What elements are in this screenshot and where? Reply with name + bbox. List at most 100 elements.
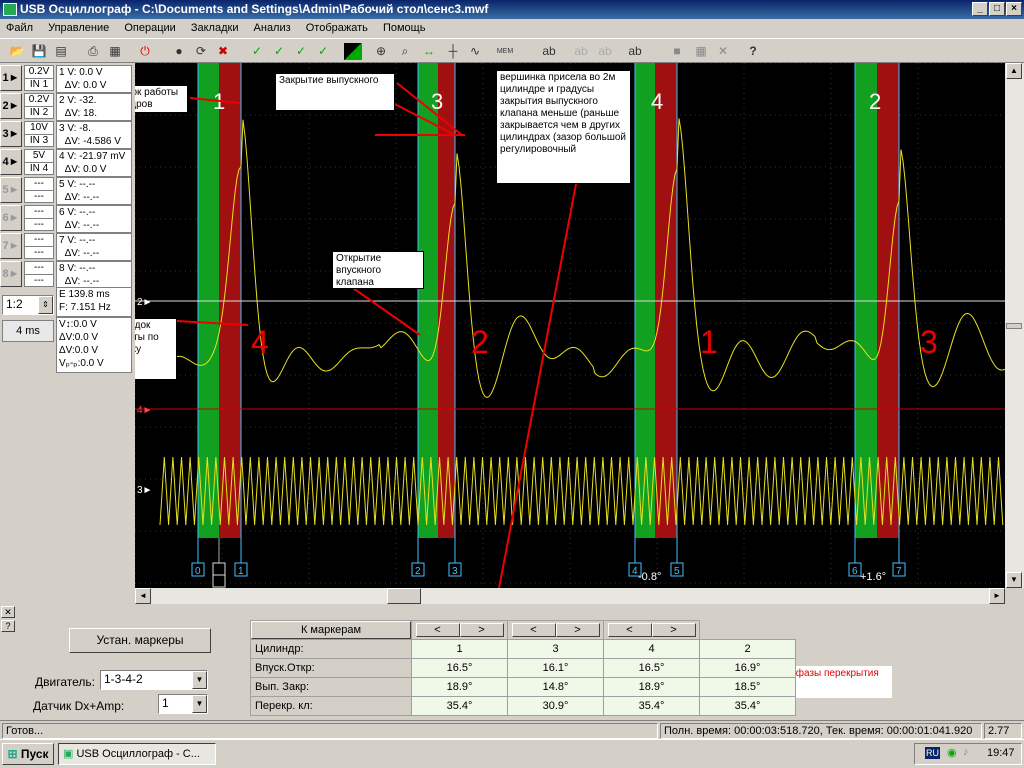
channel-marker: 3► <box>137 485 152 496</box>
horizontal-scrollbar[interactable]: ◄ ► <box>135 588 1005 604</box>
channel-settings[interactable]: --- --- <box>24 177 54 203</box>
wave-icon[interactable]: ∿ <box>466 43 484 60</box>
record-icon[interactable]: ● <box>170 43 188 60</box>
color-icon[interactable] <box>344 43 362 60</box>
close-button[interactable]: × <box>1006 2 1022 16</box>
table-cell: 35.4° <box>699 696 796 716</box>
channel-button[interactable]: 6► <box>0 205 22 231</box>
vertical-scroll-thumb[interactable] <box>1006 323 1022 329</box>
volume-icon[interactable]: ♪ <box>963 746 969 758</box>
menu-file[interactable]: Файл <box>0 22 39 34</box>
channel-settings[interactable]: --- --- <box>24 261 54 287</box>
print-icon[interactable]: ⎙ <box>84 43 102 60</box>
channel-settings[interactable]: 0.2V IN 2 <box>24 93 54 119</box>
to-markers-button[interactable]: К маркерам <box>251 621 411 639</box>
language-indicator[interactable]: RU <box>925 747 940 759</box>
grid-icon[interactable]: ▦ <box>692 43 710 60</box>
scroll-left-icon[interactable]: ◄ <box>135 588 151 604</box>
abc-color-icon[interactable]: ab <box>626 43 644 60</box>
start-button[interactable]: ⊞ Пуск <box>2 743 54 765</box>
zoom-icon[interactable]: ⊕ <box>372 43 390 60</box>
panel-close-icon[interactable]: ✕ <box>1 606 15 618</box>
menu-bookmarks[interactable]: Закладки <box>185 22 245 34</box>
channel-settings[interactable]: 0.2V IN 1 <box>24 65 54 91</box>
prev-button[interactable]: < <box>511 623 556 637</box>
task-button[interactable]: ▣ USB Осциллограф - С... <box>58 743 216 765</box>
open-icon[interactable]: 📂 <box>8 43 26 60</box>
channel-settings[interactable]: 10V IN 3 <box>24 121 54 147</box>
help-icon[interactable]: ? <box>744 43 762 60</box>
next-button[interactable]: > <box>555 623 600 637</box>
vertical-scrollbar[interactable]: ▲ ▼ <box>1005 63 1024 588</box>
engine-select[interactable]: 1-3-4-2 ▼ <box>100 670 208 690</box>
print-preview-icon[interactable]: ▦ <box>106 43 124 60</box>
channel-button[interactable]: 7► <box>0 233 22 259</box>
panel-help-icon[interactable]: ? <box>1 620 15 632</box>
next-button[interactable]: > <box>459 623 504 637</box>
task-label: USB Осциллограф - С... <box>76 748 200 760</box>
prev-button[interactable]: < <box>607 623 652 637</box>
spin-icon[interactable]: ⇕ <box>38 296 53 314</box>
oscilloscope-display[interactable]: 2►4►3►0123456713424213 Порядок работы ци… <box>135 63 1005 588</box>
channel-settings[interactable]: --- --- <box>24 233 54 259</box>
menu-help[interactable]: Помощь <box>377 22 432 34</box>
check-icon[interactable]: ✓ <box>248 43 266 60</box>
marker-label: 3 <box>452 566 458 577</box>
save-icon[interactable]: 💾 <box>30 43 48 60</box>
memory-icon[interactable]: MEM <box>496 43 514 60</box>
tray-icon[interactable]: ◉ <box>947 746 957 759</box>
menu-control[interactable]: Управление <box>42 22 115 34</box>
sensor-select[interactable]: 1 ▼ <box>158 694 208 714</box>
channel-v: -8. <box>79 123 91 134</box>
chevron-down-icon[interactable]: ▼ <box>192 695 207 713</box>
dv-label: ΔV: <box>64 164 81 175</box>
app-icon <box>3 3 17 16</box>
minimize-button[interactable]: _ <box>972 2 988 16</box>
channel-input: --- <box>34 247 44 258</box>
f-label: F: <box>59 302 68 313</box>
maximize-button[interactable]: □ <box>989 2 1005 16</box>
channel-v: --.-- <box>79 179 96 190</box>
single-shot-icon[interactable]: ⟳ <box>192 43 210 60</box>
menu-view[interactable]: Отображать <box>300 22 374 34</box>
check-v2-icon[interactable]: ✓ <box>292 43 310 60</box>
channel-settings[interactable]: --- --- <box>24 205 54 231</box>
chevron-down-icon[interactable]: ▼ <box>192 671 207 689</box>
channel-button[interactable]: 8► <box>0 261 22 287</box>
abc-grey2-icon[interactable]: ab <box>596 43 614 60</box>
scroll-right-icon[interactable]: ► <box>989 588 1005 604</box>
channel-button[interactable]: 4► <box>0 149 22 175</box>
menu-analysis[interactable]: Анализ <box>248 22 297 34</box>
zoom-select[interactable]: 1:2 ⇕ <box>2 295 54 315</box>
check-v3-icon[interactable]: ✓ <box>314 43 332 60</box>
delete-icon[interactable]: ✕ <box>714 43 732 60</box>
set-markers-button[interactable]: Устан. маркеры <box>69 628 211 653</box>
marker-label: 0 <box>195 566 201 577</box>
next-button[interactable]: > <box>651 623 696 637</box>
stop-icon[interactable]: ⏻ <box>136 43 154 60</box>
timebase[interactable]: 4 ms <box>2 320 54 342</box>
table-cell: 18.9° <box>603 677 700 697</box>
abc-icon[interactable]: ab <box>540 43 558 60</box>
grid-off-icon[interactable]: ■ <box>668 43 686 60</box>
channel-dv: --.-- <box>83 276 100 287</box>
cursor-icon[interactable]: ┼ <box>444 43 462 60</box>
scroll-up-icon[interactable]: ▲ <box>1006 63 1022 79</box>
channel-button[interactable]: 5► <box>0 177 22 203</box>
channel-button[interactable]: 3► <box>0 121 22 147</box>
clock: 19:47 <box>987 747 1015 759</box>
arrows-horizontal-icon[interactable]: ↔ <box>420 43 438 60</box>
horizontal-scroll-thumb[interactable] <box>387 588 421 604</box>
binoculars-icon[interactable]: ⌕ <box>396 43 414 60</box>
menu-operations[interactable]: Операции <box>118 22 181 34</box>
zoom-value: 1:2 <box>6 297 23 311</box>
prev-button[interactable]: < <box>415 623 460 637</box>
check-v1-icon[interactable]: ✓ <box>270 43 288 60</box>
scroll-down-icon[interactable]: ▼ <box>1006 572 1022 588</box>
channel-button[interactable]: 1► <box>0 65 22 91</box>
abc-grey-icon[interactable]: ab <box>572 43 590 60</box>
tools-icon[interactable]: ✖ <box>214 43 232 60</box>
channel-button[interactable]: 2► <box>0 93 22 119</box>
channel-settings[interactable]: 5V IN 4 <box>24 149 54 175</box>
export-icon[interactable]: ▤ <box>52 43 70 60</box>
